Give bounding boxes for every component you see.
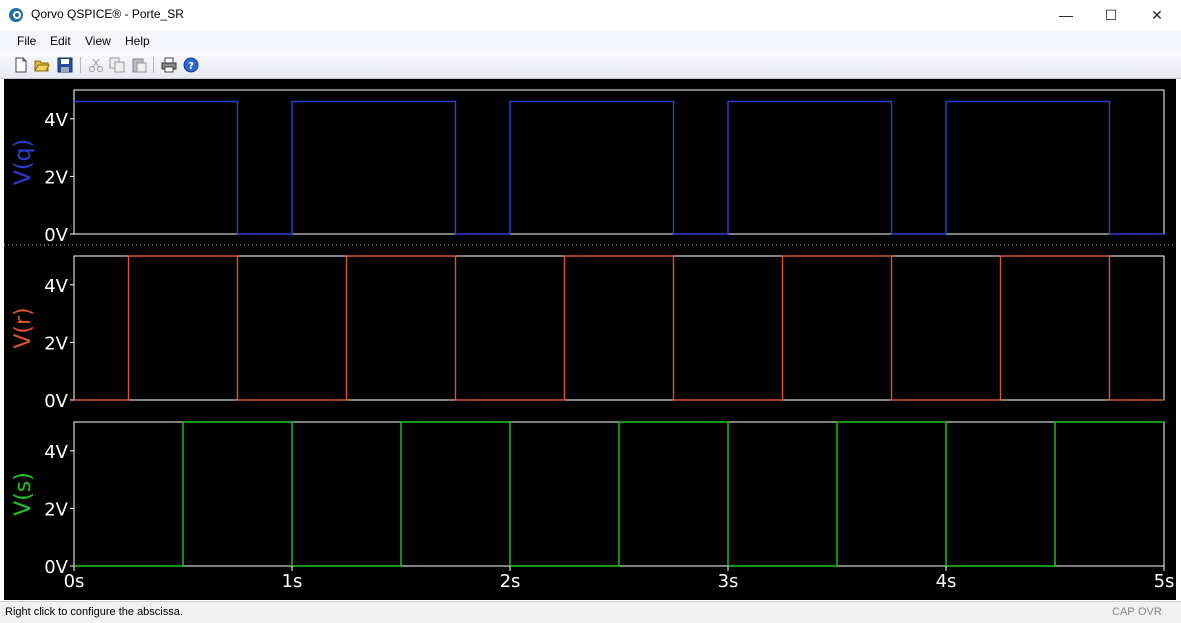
x-tick-label: 1s bbox=[282, 571, 303, 592]
y-tick-label: 4V bbox=[44, 276, 68, 297]
y-tick-label: 4V bbox=[44, 110, 68, 131]
toolbar-separator bbox=[80, 57, 81, 73]
toolbar: ? bbox=[0, 52, 1181, 79]
status-bar: Right click to configure the abscissa. C… bbox=[0, 601, 1181, 623]
trace-vq bbox=[74, 100, 1164, 235]
overwrite-indicator: OVR bbox=[1138, 606, 1162, 618]
trace-vr bbox=[74, 255, 1164, 401]
print-icon[interactable] bbox=[161, 57, 177, 73]
menu-edit[interactable]: Edit bbox=[50, 34, 71, 48]
help-icon[interactable]: ? bbox=[183, 57, 199, 73]
svg-text:?: ? bbox=[188, 61, 194, 72]
x-tick-label: 4s bbox=[936, 571, 957, 592]
close-button[interactable]: ✕ bbox=[1134, 0, 1180, 30]
y-tick-label: 2V bbox=[44, 499, 68, 520]
toolbar-separator bbox=[153, 57, 154, 73]
x-tick-label: 2s bbox=[500, 571, 521, 592]
y-tick-label: 0V bbox=[44, 391, 68, 412]
y-tick-label: 2V bbox=[44, 333, 68, 354]
copy-icon[interactable] bbox=[109, 57, 125, 73]
trace-label-vq: V(q) bbox=[11, 139, 36, 185]
x-tick-label: 3s bbox=[718, 571, 739, 592]
y-tick-label: 2V bbox=[44, 167, 68, 188]
trace-vs bbox=[74, 421, 1164, 567]
new-file-icon[interactable] bbox=[13, 57, 29, 73]
menu-bar: File Edit View Help bbox=[0, 30, 1181, 52]
menu-help[interactable]: Help bbox=[125, 34, 150, 48]
y-tick-label: 0V bbox=[44, 225, 68, 246]
maximize-button[interactable]: ☐ bbox=[1088, 0, 1134, 30]
y-tick-label: 4V bbox=[44, 442, 68, 463]
minimize-button[interactable]: — bbox=[1043, 0, 1089, 30]
x-tick-label: 5s bbox=[1154, 571, 1175, 592]
open-folder-icon[interactable] bbox=[34, 57, 50, 73]
trace-label-vr: V(r) bbox=[11, 307, 36, 348]
x-tick-label: 0s bbox=[64, 571, 85, 592]
status-message: Right click to configure the abscissa. bbox=[5, 606, 183, 618]
trace-label-vs: V(s) bbox=[11, 472, 36, 516]
save-icon[interactable] bbox=[57, 57, 73, 73]
caps-lock-indicator: CAP bbox=[1112, 606, 1135, 618]
paste-icon[interactable] bbox=[131, 57, 147, 73]
menu-file[interactable]: File bbox=[17, 34, 36, 48]
waveform-plot[interactable]: 0V2V4VV(q)0V2V4VV(r)0V2V4VV(s)0s 1s 2s 3s 4s… bbox=[4, 79, 1176, 600]
waveform-viewer[interactable]: 0V 2V 4V V(q) 0V 2V 4V V(r) 0V 2V 4V V(s) 0s 1s 2s 3s 4s… bbox=[4, 79, 1176, 600]
window-title: Qorvo QSPICE® - Porte_SR bbox=[31, 7, 184, 21]
menu-view[interactable]: View bbox=[85, 34, 111, 48]
cut-icon[interactable] bbox=[88, 57, 104, 73]
title-bar: Qorvo QSPICE® - Porte_SR — ☐ ✕ bbox=[0, 0, 1181, 30]
qspice-app-icon[interactable] bbox=[9, 8, 23, 22]
